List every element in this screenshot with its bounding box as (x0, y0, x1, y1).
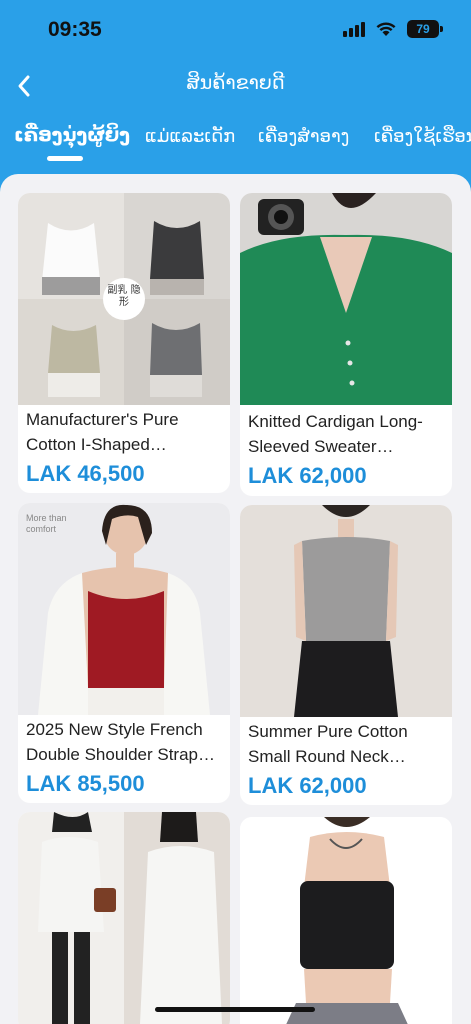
tab-household[interactable]: ເຄື່ອງໃຊ້ເຮືອນ (374, 126, 471, 147)
product-price: LAK 46,500 (26, 461, 145, 486)
product-card[interactable]: Knitted Cardigan Long-Sleeved Sweater… L… (240, 193, 452, 496)
active-tab-indicator (47, 156, 83, 161)
tab-women-clothing[interactable]: ເຄື່ອງນຸ່ງຜູ້ຍິງ (14, 124, 130, 146)
product-title: 2025 New Style French Double Shoulder St… (26, 720, 216, 764)
cellular-signal-icon (343, 21, 365, 37)
tab-cosmetics[interactable]: ເຄື່ອງສຳອາງ (258, 126, 349, 147)
battery-icon: 79 (407, 20, 443, 38)
status-icons: 79 (343, 20, 443, 38)
home-indicator[interactable] (155, 1007, 315, 1012)
page-title: ສິນຄ້າຂາຍດີ (186, 72, 285, 94)
product-title: Knitted Cardigan Long-Sleeved Sweater… (248, 412, 423, 456)
product-price: LAK 62,000 (248, 463, 367, 488)
status-bar: 09:35 79 (0, 0, 471, 60)
product-price: LAK 62,000 (248, 773, 367, 798)
product-card[interactable] (240, 817, 452, 1024)
product-image (240, 193, 452, 405)
product-image (240, 505, 452, 717)
product-card[interactable]: More than comfort 2025 New Style French … (18, 503, 230, 803)
product-card[interactable]: Summer Pure Cotton Small Round Neck… LAK… (240, 505, 452, 805)
product-title: Summer Pure Cotton Small Round Neck… (248, 722, 408, 766)
image-caption: More than comfort (26, 513, 67, 534)
image-caption: 副乳 隐形 (107, 285, 141, 308)
product-image (18, 812, 230, 1024)
product-card[interactable]: 副乳 隐形 Manufacturer's Pure Cotton I-Shape… (18, 193, 230, 493)
wifi-icon (376, 22, 396, 36)
product-grid: 副乳 隐形 Manufacturer's Pure Cotton I-Shape… (0, 174, 471, 1024)
product-price: LAK 85,500 (26, 771, 145, 796)
product-card[interactable] (18, 812, 230, 1024)
category-tabs: ເຄື່ອງນຸ່ງຜູ້ຍິງ ແມ່ແລະເດັກ ເຄື່ອງສຳອາງ … (0, 118, 471, 168)
nav-bar: ສິນຄ້າຂາຍດີ (0, 62, 471, 110)
status-time: 09:35 (48, 18, 102, 41)
tab-mother-baby[interactable]: ແມ່ແລະເດັກ (145, 126, 235, 147)
product-title: Manufacturer's Pure Cotton I-Shaped… (26, 410, 179, 454)
product-image (240, 817, 452, 1024)
